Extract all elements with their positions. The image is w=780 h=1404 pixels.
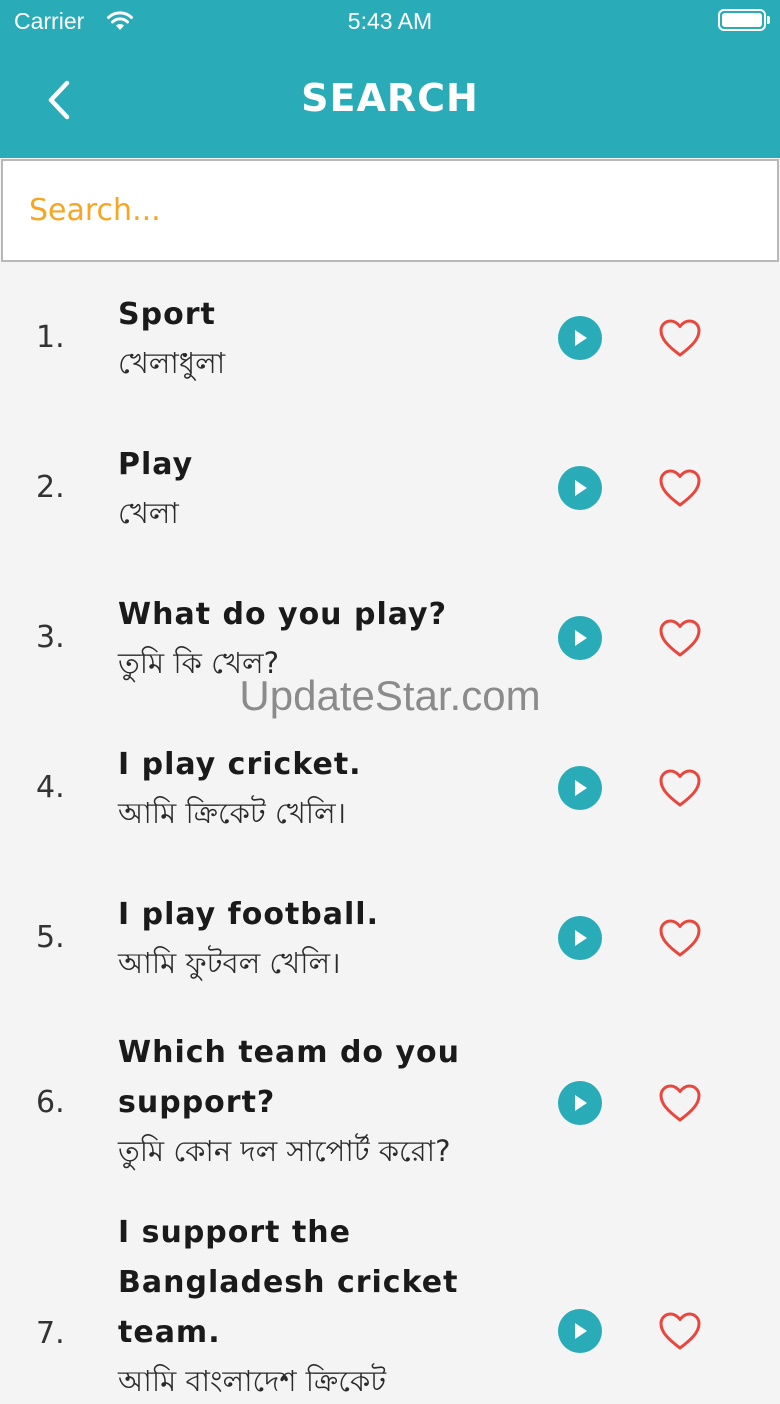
phrase-english: I play cricket. xyxy=(118,747,362,782)
play-icon xyxy=(575,1323,587,1339)
phrase-bangla: খেলা xyxy=(118,496,179,530)
phrase-bangla: আমি বাংলাদেশ ক্রিকেট xyxy=(118,1364,387,1398)
favorite-button[interactable] xyxy=(656,1081,704,1125)
play-button[interactable] xyxy=(558,1081,602,1125)
item-number: 5. xyxy=(36,920,65,955)
play-icon xyxy=(575,630,587,646)
phrase-bangla: আমি ফুটবল খেলি। xyxy=(118,946,341,980)
phrase-english: What do you play? xyxy=(118,597,448,632)
watermark: UpdateStar.com xyxy=(239,672,541,719)
heart-icon xyxy=(659,1312,701,1350)
play-button[interactable] xyxy=(558,766,602,810)
phrase-english: Which team do you support? xyxy=(118,1035,461,1120)
battery-icon xyxy=(718,9,770,31)
heart-icon xyxy=(659,919,701,957)
item-number: 6. xyxy=(36,1085,65,1120)
play-button[interactable] xyxy=(558,1309,602,1353)
item-number: 1. xyxy=(36,320,65,355)
phrase-bangla: তুমি কোন দল সাপোর্ট করো? xyxy=(118,1134,451,1168)
page-title: SEARCH xyxy=(301,76,479,120)
list-item[interactable]: 1. Sport খেলাধুলা xyxy=(0,262,780,412)
heart-icon xyxy=(659,319,701,357)
favorite-button[interactable] xyxy=(656,466,704,510)
play-icon xyxy=(575,330,587,346)
phrase-english: I support the Bangladesh cricket team. xyxy=(118,1215,459,1350)
status-bar: Carrier 5:43 AM xyxy=(0,0,780,44)
list-item[interactable]: 2. Play খেলা xyxy=(0,412,780,562)
app-header: SEARCH xyxy=(0,44,780,158)
item-number: 7. xyxy=(36,1316,65,1351)
favorite-button[interactable] xyxy=(656,616,704,660)
phrase-english: I play football. xyxy=(118,897,379,932)
list-item[interactable]: 5. I play football. আমি ফুটবল খেলি। xyxy=(0,862,780,1012)
play-icon xyxy=(575,1095,587,1111)
item-number: 2. xyxy=(36,470,65,505)
phrase-bangla: খেলাধুলা xyxy=(118,346,226,380)
item-number: 3. xyxy=(36,620,65,655)
item-number: 4. xyxy=(36,770,65,805)
phrase-english: Play xyxy=(118,447,194,482)
play-button[interactable] xyxy=(558,616,602,660)
play-icon xyxy=(575,780,587,796)
list-item[interactable]: 6. Which team do you support? তুমি কোন দ… xyxy=(0,1012,780,1192)
favorite-button[interactable] xyxy=(656,916,704,960)
search-box xyxy=(1,159,779,262)
heart-icon xyxy=(659,769,701,807)
heart-icon xyxy=(659,619,701,657)
list-item[interactable]: 7. I support the Bangladesh cricket team… xyxy=(0,1192,780,1398)
heart-icon xyxy=(659,469,701,507)
phrase-bangla: আমি ক্রিকেট খেলি। xyxy=(118,796,347,830)
play-button[interactable] xyxy=(558,316,602,360)
favorite-button[interactable] xyxy=(656,316,704,360)
play-icon xyxy=(575,930,587,946)
play-icon xyxy=(575,480,587,496)
play-button[interactable] xyxy=(558,466,602,510)
phrase-english: Sport xyxy=(118,297,216,332)
search-input[interactable] xyxy=(3,161,777,260)
status-time: 5:43 AM xyxy=(347,8,433,34)
heart-icon xyxy=(659,1084,701,1122)
list-item[interactable]: 4. I play cricket. আমি ক্রিকেট খেলি। xyxy=(0,712,780,862)
favorite-button[interactable] xyxy=(656,766,704,810)
favorite-button[interactable] xyxy=(656,1309,704,1353)
play-button[interactable] xyxy=(558,916,602,960)
